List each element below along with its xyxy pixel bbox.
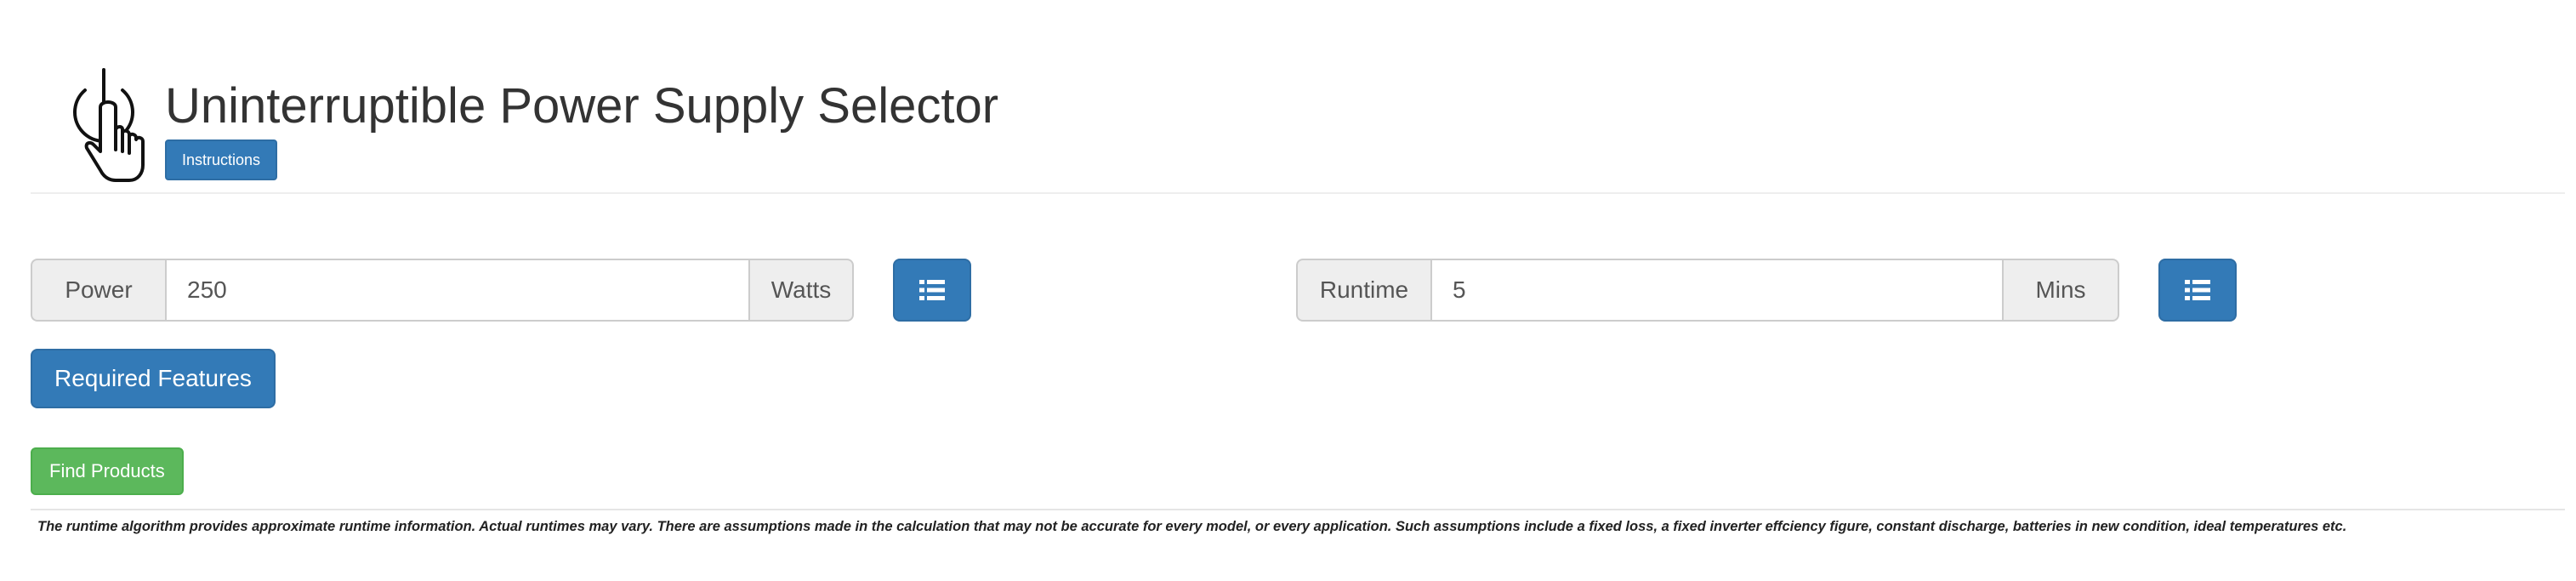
list-icon <box>919 280 945 300</box>
runtime-input-group: Runtime Mins <box>1296 259 2119 322</box>
runtime-unit: Mins <box>2004 259 2119 322</box>
page: Uninterruptible Power Supply Selector In… <box>0 0 2576 581</box>
divider <box>31 509 2565 510</box>
required-features-button[interactable]: Required Features <box>31 349 276 408</box>
power-touch-icon <box>56 66 150 185</box>
page-header: Uninterruptible Power Supply Selector In… <box>31 60 2565 194</box>
power-input-group: Power Watts <box>31 259 854 322</box>
power-input[interactable] <box>165 259 750 322</box>
power-unit: Watts <box>750 259 854 322</box>
page-title: Uninterruptible Power Supply Selector <box>165 78 999 134</box>
runtime-label: Runtime <box>1296 259 1430 322</box>
instructions-button[interactable]: Instructions <box>165 140 278 180</box>
power-list-button[interactable] <box>893 259 971 322</box>
runtime-list-button[interactable] <box>2158 259 2237 322</box>
power-label: Power <box>31 259 165 322</box>
find-products-button[interactable]: Find Products <box>31 447 184 495</box>
list-icon <box>2185 280 2210 300</box>
runtime-input[interactable] <box>1430 259 2004 322</box>
disclaimer-text: The runtime algorithm provides approxima… <box>37 519 2347 534</box>
